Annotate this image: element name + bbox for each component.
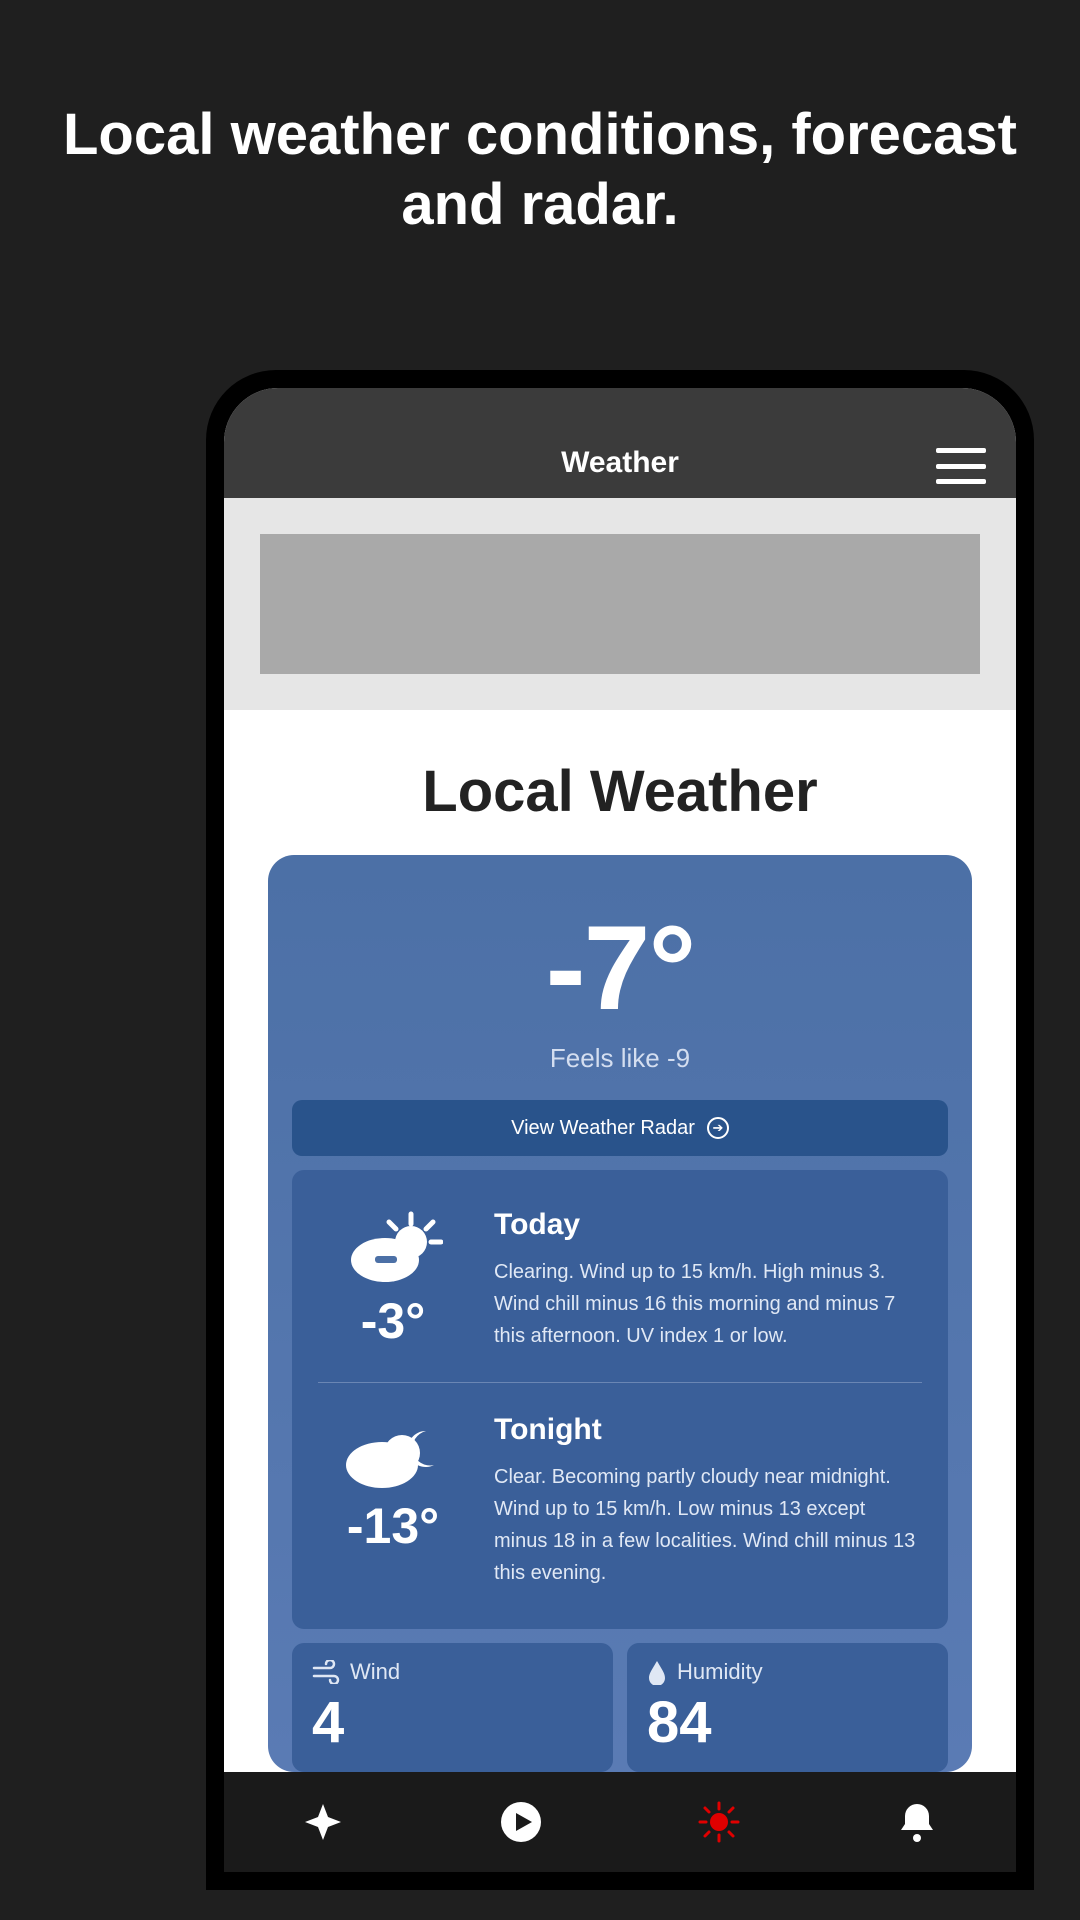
ad-container <box>224 498 1016 710</box>
nav-weather-icon[interactable] <box>694 1797 744 1847</box>
phone-screen: Weather Local Weather -7° Feels like -9 … <box>224 388 1016 1872</box>
menu-icon[interactable] <box>936 448 986 484</box>
humidity-value: 84 <box>647 1689 928 1756</box>
header-title: Weather <box>561 446 679 480</box>
nav-sparkle-icon[interactable] <box>298 1797 348 1847</box>
humidity-label: Humidity <box>677 1659 763 1685</box>
promo-headline: Local weather conditions, forecast and r… <box>0 0 1080 299</box>
forecast-label: Today <box>494 1208 922 1242</box>
wind-value: 4 <box>312 1689 593 1756</box>
forecast-box: -3° Today Clearing. Wind up to 15 km/h. … <box>292 1170 948 1629</box>
feels-like: Feels like -9 <box>292 1043 948 1074</box>
view-radar-button[interactable]: View Weather Radar ➔ <box>292 1100 948 1156</box>
nav-bell-icon[interactable] <box>892 1797 942 1847</box>
phone-frame: Weather Local Weather -7° Feels like -9 … <box>206 370 1034 1890</box>
ad-slot[interactable] <box>260 534 980 674</box>
partly-sunny-icon <box>318 1208 468 1288</box>
view-radar-label: View Weather Radar <box>511 1117 695 1140</box>
forecast-temp: -3° <box>318 1292 468 1350</box>
app-header: Weather <box>224 388 1016 498</box>
page-title: Local Weather <box>268 758 972 825</box>
wind-label: Wind <box>350 1659 400 1685</box>
weather-card: -7° Feels like -9 View Weather Radar ➔ <box>268 855 972 1772</box>
partly-cloudy-night-icon <box>318 1413 468 1493</box>
humidity-stat: Humidity 84 <box>627 1643 948 1772</box>
forecast-period: -3° Today Clearing. Wind up to 15 km/h. … <box>318 1198 922 1382</box>
forecast-period: -13° Tonight Clear. Becoming partly clou… <box>318 1382 922 1619</box>
wind-stat: Wind 4 <box>292 1643 613 1772</box>
droplet-icon <box>647 1659 667 1685</box>
current-temperature: -7° <box>292 899 948 1037</box>
stats-row: Wind 4 Humidity 84 <box>292 1643 948 1772</box>
forecast-description: Clear. Becoming partly cloudy near midni… <box>494 1461 922 1589</box>
wind-icon <box>312 1660 340 1684</box>
nav-play-icon[interactable] <box>496 1797 546 1847</box>
forecast-description: Clearing. Wind up to 15 km/h. High minus… <box>494 1256 922 1352</box>
content-area: Local Weather -7° Feels like -9 View Wea… <box>224 710 1016 1772</box>
forecast-temp: -13° <box>318 1497 468 1555</box>
arrow-right-icon: ➔ <box>707 1117 729 1139</box>
forecast-label: Tonight <box>494 1413 922 1447</box>
bottom-nav <box>224 1772 1016 1872</box>
